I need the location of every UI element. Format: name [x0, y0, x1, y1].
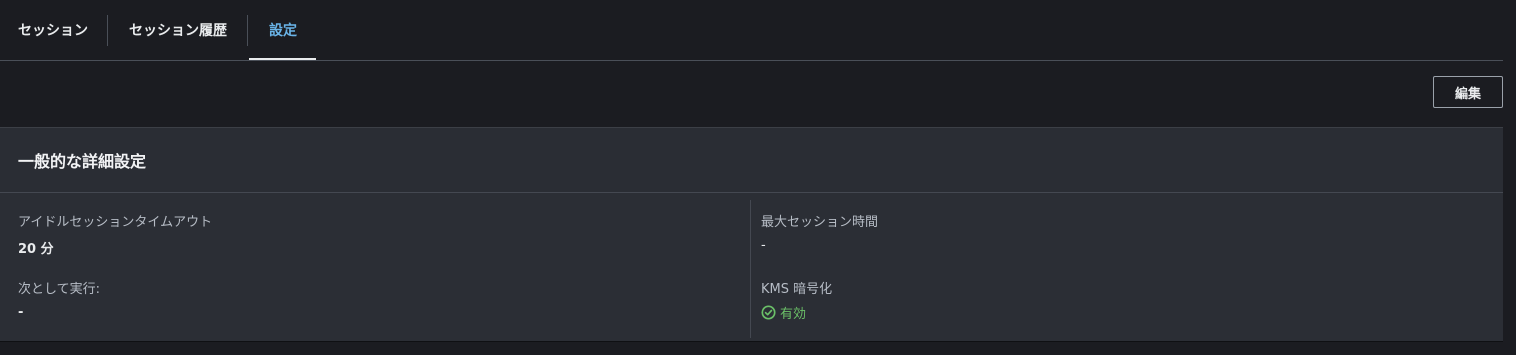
run-as-field: 次として実行: - [18, 278, 100, 320]
idle-timeout-value: 20 分 [18, 242, 54, 257]
max-session-label: 最大セッション時間 [761, 215, 879, 230]
tab-session-history[interactable]: セッション履歴 [108, 0, 247, 59]
column-divider [750, 200, 751, 338]
tab-settings[interactable]: 設定 [248, 0, 316, 60]
idle-timeout-field: アイドルセッションタイムアウト 20 分 [18, 211, 212, 257]
run-as-value: - [18, 305, 24, 320]
settings-page: セッション セッション履歴 設定 編集 一般的な詳細設定 アイドルセッションタイ… [0, 0, 1516, 355]
kms-status: 有効 [761, 303, 832, 322]
panel-title: 一般的な詳細設定 [18, 152, 147, 171]
max-session-value: - [761, 238, 766, 253]
edit-button[interactable]: 編集 [1433, 76, 1503, 108]
panel-header: 一般的な詳細設定 [0, 128, 1503, 193]
max-session-field: 最大セッション時間 - [761, 211, 878, 253]
idle-timeout-label: アイドルセッションタイムアウト [18, 215, 213, 230]
kms-status-text: 有効 [780, 307, 807, 322]
kms-encryption-label: KMS 暗号化 [761, 282, 833, 297]
general-settings-panel: 一般的な詳細設定 アイドルセッションタイムアウト 20 分 次として実行: - … [0, 127, 1503, 342]
kms-encryption-field: KMS 暗号化 有効 [761, 278, 832, 322]
run-as-label: 次として実行: [18, 282, 100, 297]
tab-sessions[interactable]: セッション [0, 0, 107, 59]
check-circle-icon [761, 305, 776, 320]
panel-body: アイドルセッションタイムアウト 20 分 次として実行: - 最大セッション時間… [0, 193, 1503, 341]
tab-bar: セッション セッション履歴 設定 [0, 0, 1503, 61]
